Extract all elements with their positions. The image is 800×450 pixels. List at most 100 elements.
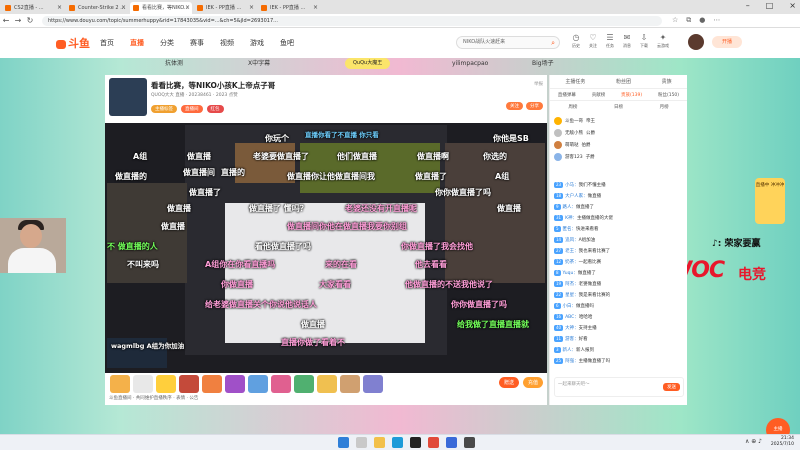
rank-period-tab[interactable]: 月榜 <box>660 104 669 110</box>
gift-item-icon[interactable] <box>225 375 245 393</box>
chat-user[interactable]: K神： <box>565 216 577 221</box>
close-icon[interactable]: × <box>185 2 190 14</box>
browser-tab[interactable]: IEK - PP直播 ... × <box>258 2 320 14</box>
chat-user[interactable]: 大神： <box>565 326 579 331</box>
chat-user[interactable]: 小马： <box>565 183 579 188</box>
nav-live[interactable]: 直播 <box>130 38 144 48</box>
chat-user[interactable]: 星星： <box>565 293 579 298</box>
chat-tab[interactable]: 粉丝(150) <box>658 92 679 98</box>
edge-icon[interactable] <box>392 437 403 448</box>
nav-video[interactable]: 视频 <box>220 38 234 48</box>
profile-icon[interactable]: ● <box>699 16 705 25</box>
close-icon[interactable]: × <box>57 2 62 14</box>
maximize-icon[interactable]: □ <box>766 1 774 10</box>
user-avatar[interactable] <box>688 34 704 50</box>
close-window-icon[interactable]: × <box>789 1 796 10</box>
chat-user[interactable]: 奶茶： <box>565 260 579 265</box>
chat-top-tab[interactable]: 主播任务 <box>565 78 585 85</box>
chat-user[interactable]: 路人： <box>563 205 577 210</box>
close-icon[interactable]: × <box>249 2 254 14</box>
recharge-button[interactable]: 充值 <box>522 377 543 388</box>
nav-events[interactable]: 赛事 <box>190 38 204 48</box>
banner-item[interactable]: yilimpacpao <box>452 58 488 70</box>
chat-tab[interactable]: 直播弹幕 <box>558 92 576 98</box>
cloud-game-button[interactable]: ✦ 云游戏 <box>657 33 669 49</box>
system-clock[interactable]: 21:34 2025/7/10 <box>771 436 794 448</box>
rank-row[interactable]: 游客123 子爵 <box>554 151 683 163</box>
app-icon[interactable] <box>428 437 439 448</box>
banner-item[interactable]: Big场子 <box>532 58 554 70</box>
rank-row[interactable]: 萌萌哒 伯爵 <box>554 139 683 151</box>
nav-forum[interactable]: 鱼吧 <box>280 38 294 48</box>
site-logo[interactable]: 斗鱼 <box>56 35 90 51</box>
gift-item-icon[interactable] <box>363 375 383 393</box>
browser-tab-active[interactable]: 看看比赛，等NIKO... × <box>130 2 192 14</box>
chat-top-tab[interactable]: 粉丝团 <box>616 78 631 85</box>
search-task-icon[interactable] <box>356 437 367 448</box>
search-icon[interactable]: ⌕ <box>551 38 555 49</box>
anchor-avatar[interactable] <box>109 78 147 116</box>
gift-item-icon[interactable] <box>271 375 291 393</box>
share-button[interactable]: 分享 <box>526 102 543 110</box>
back-icon[interactable]: ← <box>0 16 12 25</box>
chat-tab-active[interactable]: 贵族(139) <box>621 92 642 98</box>
menu-icon[interactable]: ⋯ <box>713 16 720 25</box>
rank-row[interactable]: 斗鱼一哥 帝王 <box>554 115 683 127</box>
chat-top-tab[interactable]: 贵族 <box>662 78 672 85</box>
explorer-icon[interactable] <box>374 437 385 448</box>
app-icon[interactable] <box>464 437 475 448</box>
app-icon[interactable] <box>410 437 421 448</box>
history-button[interactable]: ◷ 历史 <box>572 33 580 49</box>
chat-user[interactable]: 游客： <box>565 337 579 342</box>
url-input[interactable]: https://www.douyu.com/topic/summerhuppy&… <box>42 15 662 26</box>
start-stream-button[interactable]: 开播 <box>712 36 742 48</box>
star-icon[interactable]: ☆ <box>672 16 678 25</box>
gift-item-icon[interactable] <box>202 375 222 393</box>
report-link[interactable]: 举报 <box>534 81 543 87</box>
browser-tab[interactable]: Counter-Strike 2 ... × <box>66 2 128 14</box>
system-tray[interactable]: ∧ ⊕ ♪ <box>745 438 762 445</box>
chat-user[interactable]: 老王： <box>565 249 579 254</box>
banner-item[interactable]: 抗体测 <box>165 58 183 70</box>
chat-user[interactable]: 匿名： <box>563 227 577 232</box>
room-tag[interactable]: 主播标签 <box>151 105 177 113</box>
gift-item-icon[interactable] <box>294 375 314 393</box>
chat-user[interactable]: 小白： <box>563 304 577 309</box>
chat-tab[interactable]: 贡献榜 <box>592 92 606 98</box>
browser-tab[interactable]: IEK - PP直播 ... × <box>194 2 256 14</box>
chat-user[interactable]: 阿杰： <box>565 282 579 287</box>
chat-input[interactable]: 一起来聊天吧～ 发送 <box>554 377 684 397</box>
chat-user[interactable]: 追风： <box>565 238 579 243</box>
follow-button[interactable]: ♡ 关注 <box>589 33 597 49</box>
rank-row[interactable]: 无敌小熊 公爵 <box>554 127 683 139</box>
send-button[interactable]: 发送 <box>663 383 680 391</box>
chat-user[interactable]: ABC： <box>565 315 579 320</box>
floating-anchor-button[interactable]: 主播 <box>766 418 790 434</box>
send-gift-button[interactable]: 赠送 <box>498 377 519 388</box>
gift-item-icon[interactable] <box>317 375 337 393</box>
banner-item[interactable]: X中字幕 <box>248 58 270 70</box>
reload-icon[interactable]: ↻ <box>24 16 36 25</box>
chat-user[interactable]: 大户人家： <box>565 194 588 199</box>
close-icon[interactable]: × <box>313 2 318 14</box>
extensions-icon[interactable]: ⧉ <box>686 16 691 25</box>
room-tag[interactable]: 直播间 <box>181 105 203 113</box>
app-icon[interactable] <box>446 437 457 448</box>
gift-item-icon[interactable] <box>248 375 268 393</box>
close-icon[interactable]: × <box>121 2 126 14</box>
room-tag[interactable]: 红包 <box>206 105 224 113</box>
follow-anchor-button[interactable]: 关注 <box>506 102 523 110</box>
gift-item-icon[interactable] <box>340 375 360 393</box>
gift-item-icon[interactable] <box>133 375 153 393</box>
task-button[interactable]: ☰ 任务 <box>606 33 614 49</box>
message-button[interactable]: ✉ 消息 <box>623 33 631 49</box>
nav-games[interactable]: 游戏 <box>250 38 264 48</box>
gift-item-icon[interactable] <box>110 375 130 393</box>
gift-item-icon[interactable] <box>156 375 176 393</box>
start-icon[interactable] <box>338 437 349 448</box>
video-player[interactable]: wagmlbg A组为你加油 你玩个 你他是SB 直播你看了不直播 你只看 A组… <box>105 123 547 373</box>
minimize-icon[interactable]: – <box>746 1 750 10</box>
nav-category[interactable]: 分类 <box>160 38 174 48</box>
chat-user[interactable]: 新人： <box>563 348 577 353</box>
chat-user[interactable]: 阿强： <box>565 359 579 364</box>
